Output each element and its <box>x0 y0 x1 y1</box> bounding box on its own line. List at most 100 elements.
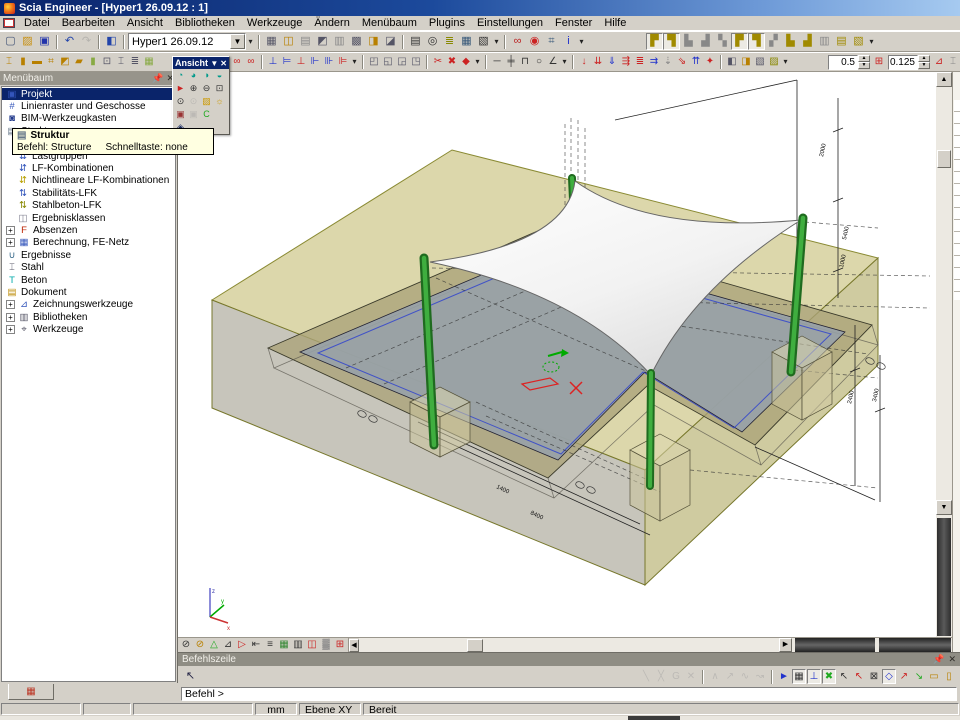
viewport-window-4-icon[interactable]: ◳ <box>409 55 423 70</box>
snap-intersection-icon[interactable]: ╳ <box>654 669 668 684</box>
view-flag-surfaces-icon[interactable]: ▚ <box>714 33 731 50</box>
scissors-icon[interactable]: ✂ <box>431 55 445 70</box>
menu-einstellungen[interactable]: Einstellungen <box>471 16 549 30</box>
free-load-icon[interactable]: ⇶ <box>619 55 633 70</box>
database-icon[interactable]: ▦ <box>458 33 475 50</box>
linear-dimension-icon[interactable]: ─ <box>490 55 504 70</box>
hinge-icon[interactable]: ∞ <box>230 55 244 70</box>
zoom-out-icon[interactable]: ⊖ <box>200 82 213 95</box>
workspace-layout-icon[interactable]: ◧ <box>103 33 120 50</box>
snap-line-icon[interactable]: ↗ <box>897 669 911 684</box>
view-flag-labels-icon[interactable]: ▜ <box>748 33 765 50</box>
mdi-document-icon[interactable] <box>3 18 15 28</box>
uplift-load-icon[interactable]: ⇈ <box>689 55 703 70</box>
tree-item-bibliotheken[interactable]: +▥Bibliotheken <box>2 311 175 323</box>
snap-polygon-icon[interactable]: ◇ <box>882 669 896 684</box>
support-flexible-icon[interactable]: ⊪ <box>322 55 336 70</box>
column-icon[interactable]: ▮ <box>16 55 30 70</box>
expand-icon[interactable]: + <box>6 325 15 334</box>
member-icon[interactable]: ⌶ <box>2 55 16 70</box>
hscroll-thumb[interactable] <box>467 639 483 652</box>
view-flag-ucs-icon[interactable]: ▛ <box>646 33 663 50</box>
display-wireframe-icon[interactable]: ◨ <box>739 55 753 70</box>
activity-icon[interactable]: ◩ <box>314 33 331 50</box>
link-icon[interactable]: ∞ <box>509 33 526 50</box>
view-flag-loads-icon[interactable]: ▛ <box>731 33 748 50</box>
view-flag-grid-icon[interactable]: ▙ <box>680 33 697 50</box>
menu-bibliotheken[interactable]: Bibliotheken <box>169 16 241 30</box>
wind-load-icon[interactable]: ⇘ <box>675 55 689 70</box>
menubaum-tab[interactable]: ▦ <box>8 684 54 700</box>
step-extra-icon[interactable]: ⌶ <box>946 55 960 70</box>
open-folder-icon[interactable]: ▨ <box>19 33 36 50</box>
snap-arc-icon[interactable]: ↘ <box>912 669 926 684</box>
tree-item-absenzen[interactable]: +FAbsenzen <box>2 224 175 236</box>
scale-down-icon[interactable]: ▼ <box>858 62 870 69</box>
pin-icon[interactable]: 📌 <box>152 73 163 84</box>
light-icon[interactable]: ☼ <box>213 95 226 108</box>
image-display-icon[interactable]: ◫ <box>305 638 319 653</box>
view-flag-members-icon[interactable]: ▟ <box>697 33 714 50</box>
precision-up-icon[interactable]: ▲ <box>918 55 930 62</box>
zoom-color-icon[interactable]: ◉ <box>526 33 543 50</box>
snap-vertex-icon[interactable]: ∧ <box>708 669 722 684</box>
node-label-icon[interactable]: △ <box>207 638 221 653</box>
menu-menuebaum[interactable]: Menübaum <box>356 16 423 30</box>
project-combobox[interactable]: Hyper1 26.09.12 ▼ <box>128 33 246 50</box>
display-transparent-icon[interactable]: ▧ <box>753 55 767 70</box>
cross-member-icon[interactable]: ⌗ <box>44 55 58 70</box>
beam-icon[interactable]: ▬ <box>30 55 44 70</box>
snap-table-icon[interactable]: ▭ <box>927 669 941 684</box>
view-flag-shading-icon[interactable]: ▟ <box>799 33 816 50</box>
snap-box-icon[interactable]: ⊠ <box>867 669 881 684</box>
render-display-icon[interactable]: ▓ <box>319 638 333 653</box>
display-hidden-icon[interactable]: ▨ <box>767 55 781 70</box>
ansicht-palette-header[interactable]: Ansicht ▼ ✕ <box>173 57 229 69</box>
viewport-hscrollbar[interactable]: ▶ <box>359 638 952 653</box>
viewport-vscrollbar[interactable]: ▲ ▼ <box>936 72 952 637</box>
command-input[interactable]: Befehl > <box>181 687 957 701</box>
tree-item-ergebnisse[interactable]: ∪Ergebnisse <box>2 249 175 261</box>
collapse-left-icon[interactable]: ◀ <box>349 639 359 652</box>
menu-hilfe[interactable]: Hilfe <box>598 16 632 30</box>
catalog-block-icon[interactable]: ≣ <box>128 55 142 70</box>
moment-load-icon[interactable]: ⇉ <box>647 55 661 70</box>
plate-icon[interactable]: ▰ <box>72 55 86 70</box>
support-point-icon[interactable]: ⊩ <box>308 55 322 70</box>
scroll-up-icon[interactable]: ▲ <box>936 72 952 87</box>
tools-dropdown[interactable]: ▾ <box>577 33 586 50</box>
command-close-icon[interactable]: ✕ <box>948 654 956 665</box>
undo-icon[interactable]: ↶ <box>61 33 78 50</box>
scroll-right-icon[interactable]: ▶ <box>779 638 792 652</box>
paperspace-icon[interactable]: ◪ <box>382 33 399 50</box>
view-flag-rendering-icon[interactable]: ▙ <box>782 33 799 50</box>
thermal-load-icon[interactable]: ≣ <box>633 55 647 70</box>
tree-item-beton[interactable]: TBeton <box>2 274 175 286</box>
text-label-icon[interactable]: ≡ <box>263 638 277 653</box>
point-load-icon[interactable]: ↓ <box>577 55 591 70</box>
tree-item-dokument[interactable]: ▤Dokument <box>2 286 175 298</box>
redo-icon[interactable]: ↷ <box>78 33 95 50</box>
view-flag-axes-icon[interactable]: ▥ <box>816 33 833 50</box>
groups-icon[interactable]: ◫ <box>280 33 297 50</box>
tree-item-stahlbeton-lfk[interactable]: ⇅Stahlbeton-LFK <box>2 200 175 212</box>
load-scale-icon[interactable]: ⊞ <box>872 55 886 70</box>
command-pin-icon[interactable]: 📌 <box>933 654 944 665</box>
zoom-all-icon[interactable]: ⊙ <box>174 95 187 108</box>
snap-curve-icon[interactable]: ∿ <box>738 669 752 684</box>
viewport-window-1-icon[interactable]: ◰ <box>367 55 381 70</box>
surface-load-icon[interactable]: ⇓ <box>605 55 619 70</box>
palette-dropdown-icon[interactable]: ▼ <box>210 59 218 68</box>
load-scale-value[interactable]: 0.5 <box>828 55 858 70</box>
selection-cursor-icon[interactable]: ↖ <box>182 668 199 685</box>
tree-item-linienraster[interactable]: #Linienraster und Geschosse <box>2 100 175 112</box>
snap-list-icon[interactable]: ▯ <box>942 669 956 684</box>
output-dropdown[interactable]: ▾ <box>492 33 501 50</box>
render-mode-icon[interactable]: C <box>200 108 213 121</box>
hatch-display-icon[interactable]: ▦ <box>277 638 291 653</box>
view-settings-icon[interactable]: ▨ <box>200 95 213 108</box>
load-display-icon[interactable]: ▥ <box>291 638 305 653</box>
load-generator-icon[interactable]: ✦ <box>703 55 717 70</box>
mesh-setup-icon[interactable]: ▩ <box>348 33 365 50</box>
mesh-display-icon[interactable]: ⊞ <box>333 638 347 653</box>
